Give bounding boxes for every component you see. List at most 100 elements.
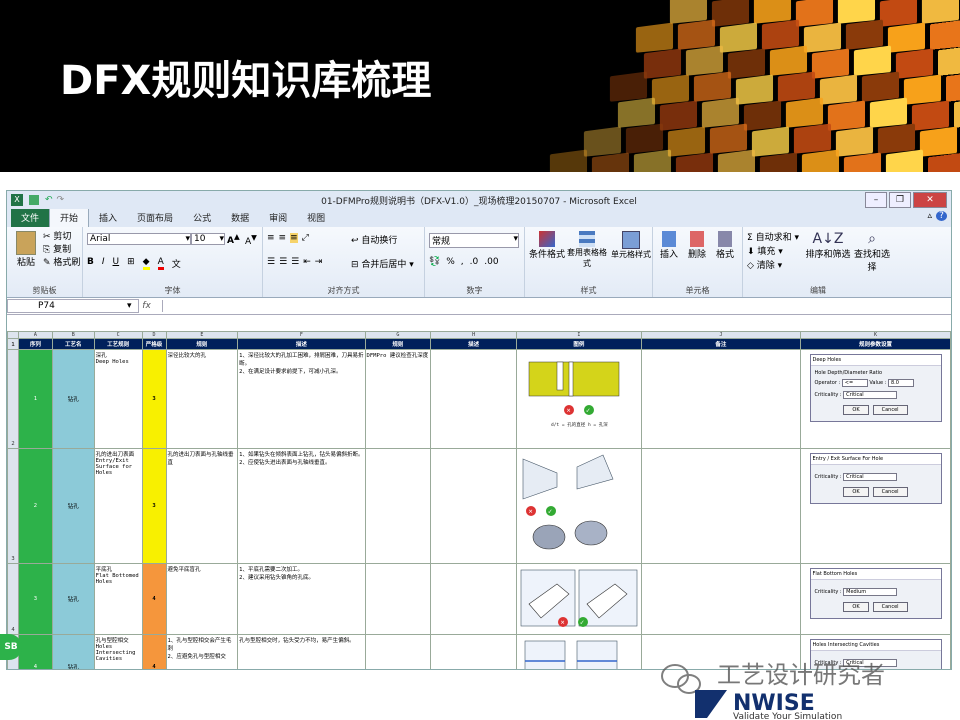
rule-cell[interactable]: 孔的进出刀表面与孔轴线垂直 bbox=[165, 448, 239, 564]
severity-cell[interactable]: 3 bbox=[141, 448, 167, 564]
note-cell[interactable] bbox=[430, 563, 517, 635]
row-number[interactable]: 3 bbox=[7, 448, 19, 564]
insert-cells-button[interactable]: 插入 bbox=[655, 231, 683, 260]
process-cell[interactable]: 钻孔 bbox=[51, 563, 95, 635]
sequence-cell[interactable]: 2 bbox=[17, 448, 53, 564]
cell-styles-button[interactable]: 单元格样式 bbox=[609, 231, 653, 260]
tab-1[interactable]: 开始 bbox=[49, 208, 90, 227]
dfm-rule-cell[interactable] bbox=[364, 634, 432, 669]
format-cells-button[interactable]: 格式 bbox=[711, 231, 739, 260]
description-cell[interactable]: 1、平底孔需要二次加工。 2、建议采用钻头锥角的孔底。 bbox=[237, 563, 366, 635]
column-header[interactable]: C bbox=[93, 331, 143, 339]
bold-button[interactable]: B bbox=[87, 257, 94, 270]
description-cell[interactable]: 1、如果钻头在倾斜表面上钻孔，钻头易偏斜折断。 2、应使钻头进出表面与孔轴线垂直… bbox=[237, 448, 366, 564]
value-input[interactable]: 8.0 bbox=[887, 379, 914, 387]
rule-name-cell[interactable]: 深孔 Deep Holes bbox=[93, 349, 143, 449]
cut-button[interactable]: ✂ 剪切 bbox=[43, 231, 80, 244]
column-header[interactable]: K bbox=[800, 331, 951, 339]
rule-name-cell[interactable]: 孔与型腔相交 Holes Intersecting Cavities bbox=[93, 634, 143, 669]
indent-decrease-icon[interactable]: ⇤ bbox=[303, 257, 311, 267]
fill-color-icon[interactable]: ◆ bbox=[142, 257, 150, 270]
column-header[interactable]: I bbox=[515, 331, 642, 339]
minimize-button[interactable]: – bbox=[865, 192, 887, 208]
column-header[interactable]: H bbox=[430, 331, 517, 339]
orientation-icon[interactable]: ⤢ bbox=[302, 233, 309, 243]
remark-cell[interactable] bbox=[640, 448, 802, 564]
dfm-rule-cell[interactable] bbox=[364, 563, 432, 635]
tab-4[interactable]: 公式 bbox=[183, 209, 221, 227]
tab-6[interactable]: 审阅 bbox=[259, 209, 297, 227]
align-left-icon[interactable]: ☰ bbox=[267, 257, 275, 267]
ribbon-minimize-icon[interactable]: ▵ bbox=[927, 211, 932, 221]
formula-input[interactable] bbox=[161, 300, 951, 312]
font-size-select[interactable]: 10 ▾ bbox=[191, 233, 225, 245]
format-as-table-button[interactable]: 套用表格格式 bbox=[565, 231, 609, 269]
font-name-select[interactable]: Arial ▾ bbox=[87, 233, 191, 245]
table-header-cell[interactable]: 规则参数设置 bbox=[800, 338, 951, 350]
cancel-button[interactable]: Cancel bbox=[872, 487, 908, 497]
conditional-format-button[interactable]: 条件格式 bbox=[527, 231, 567, 260]
criticality-select[interactable]: Critical bbox=[843, 473, 898, 481]
format-painter-button[interactable]: ✎ 格式刷 bbox=[43, 257, 80, 270]
insert-function-icon[interactable]: fx bbox=[132, 301, 162, 311]
underline-button[interactable]: U bbox=[113, 257, 120, 270]
align-bottom-icon[interactable]: ≡ bbox=[290, 233, 298, 243]
table-header-cell[interactable]: 规则 bbox=[364, 338, 432, 350]
border-icon[interactable]: ⊞ bbox=[127, 257, 135, 270]
rule-cell[interactable]: 1、孔与型腔相交会产生毛刺 2、应避免孔与型腔相交 bbox=[165, 634, 239, 669]
grow-font-icon[interactable]: A▲ bbox=[227, 232, 240, 246]
table-header-cell[interactable]: 工艺规则 bbox=[93, 338, 143, 350]
rule-cell[interactable]: 避免平底盲孔 bbox=[165, 563, 239, 635]
paste-button[interactable]: 粘贴 bbox=[13, 231, 39, 268]
table-header-cell[interactable]: 备注 bbox=[640, 338, 802, 350]
sequence-cell[interactable]: 4 bbox=[17, 634, 53, 669]
note-cell[interactable] bbox=[430, 634, 517, 669]
table-header-cell[interactable]: 描述 bbox=[237, 338, 366, 350]
tab-5[interactable]: 数据 bbox=[221, 209, 259, 227]
table-header-cell[interactable]: 规则 bbox=[165, 338, 239, 350]
number-format-select[interactable]: 常规 ▾ bbox=[429, 233, 519, 248]
column-header[interactable]: B bbox=[51, 331, 95, 339]
table-header-cell[interactable]: 描述 bbox=[430, 338, 517, 350]
column-header[interactable]: D bbox=[141, 331, 167, 339]
close-button[interactable]: ✕ bbox=[913, 192, 947, 208]
table-header-cell[interactable]: 严格级 bbox=[141, 338, 167, 350]
remark-cell[interactable] bbox=[640, 349, 802, 449]
description-cell[interactable]: 孔与型腔相交时，钻头受力不均，易产生偏斜。 bbox=[237, 634, 366, 669]
percent-icon[interactable]: % bbox=[446, 257, 455, 267]
sequence-cell[interactable]: 3 bbox=[17, 563, 53, 635]
clear-button[interactable]: ◇ 清除 ▾ bbox=[747, 259, 799, 273]
process-cell[interactable]: 钻孔 bbox=[51, 448, 95, 564]
process-cell[interactable]: 钻孔 bbox=[51, 634, 95, 669]
ok-button[interactable]: OK bbox=[843, 602, 869, 612]
font-color-icon[interactable]: A bbox=[157, 257, 164, 270]
rule-name-cell[interactable]: 孔的进出刀表面 Entry/Exit Surface for Holes bbox=[93, 448, 143, 564]
indent-increase-icon[interactable]: ⇥ bbox=[315, 257, 323, 267]
comma-icon[interactable]: , bbox=[461, 257, 464, 267]
row-number[interactable]: 2 bbox=[7, 349, 19, 449]
find-select-button[interactable]: ⌕ 查找和选择 bbox=[851, 231, 893, 273]
align-right-icon[interactable]: ☰ bbox=[291, 257, 299, 267]
criticality-select[interactable]: Critical bbox=[843, 391, 898, 399]
note-cell[interactable] bbox=[430, 448, 517, 564]
severity-cell[interactable]: 4 bbox=[141, 563, 167, 635]
table-header-cell[interactable]: 工艺名 bbox=[51, 338, 95, 350]
table-header-cell[interactable]: 序列 bbox=[17, 338, 53, 350]
operator-select[interactable]: <= bbox=[841, 379, 868, 387]
align-top-icon[interactable]: ≡ bbox=[267, 233, 275, 243]
align-middle-icon[interactable]: ≡ bbox=[279, 233, 287, 243]
severity-cell[interactable]: 3 bbox=[141, 349, 167, 449]
select-all-corner[interactable] bbox=[7, 331, 19, 339]
description-cell[interactable]: 1、深径比较大的孔加工困难，排屑困难，刀具易折断。 2、在满足设计要求前提下，可… bbox=[237, 349, 366, 449]
delete-cells-button[interactable]: 删除 bbox=[683, 231, 711, 260]
ok-button[interactable]: OK bbox=[843, 405, 869, 415]
ok-button[interactable]: OK bbox=[843, 487, 869, 497]
row-number[interactable]: 4 bbox=[7, 563, 19, 635]
rule-cell[interactable]: 深径比较大的孔 bbox=[165, 349, 239, 449]
sequence-cell[interactable]: 1 bbox=[17, 349, 53, 449]
rule-name-cell[interactable]: 平底孔 Flat Bottomed Holes bbox=[93, 563, 143, 635]
currency-icon[interactable]: 💱 bbox=[429, 257, 440, 267]
tab-2[interactable]: 插入 bbox=[89, 209, 127, 227]
align-center-icon[interactable]: ☰ bbox=[279, 257, 287, 267]
decrease-decimal-icon[interactable]: .00 bbox=[484, 257, 498, 267]
